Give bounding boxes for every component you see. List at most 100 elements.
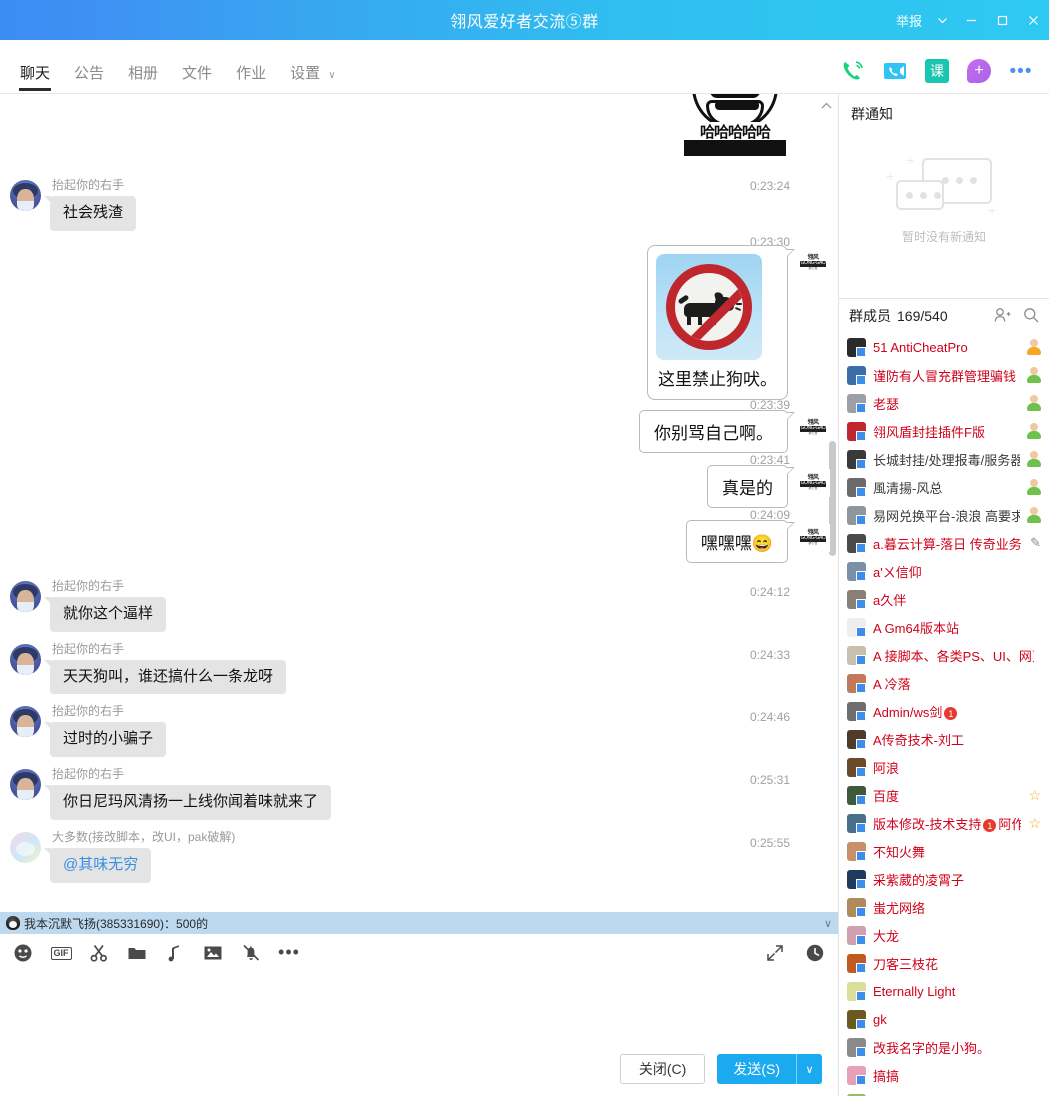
add-icon[interactable]: +: [965, 57, 993, 85]
member-list-item[interactable]: a'ㄨ信仰: [839, 557, 1049, 585]
member-list-item[interactable]: 采紫葳的凌霄子: [839, 865, 1049, 893]
tab-homework[interactable]: 作业: [224, 62, 278, 93]
chat-message-sticker: 哈哈哈哈哈 0:23:24: [0, 94, 838, 193]
member-list-item[interactable]: 老瑟: [839, 389, 1049, 417]
new-message-notification-bar[interactable]: 我本沉默飞扬(385331690)：500的 ∨: [0, 912, 838, 934]
member-list-item[interactable]: 长城封挂/处理报毒/服务器: [839, 445, 1049, 473]
member-list-item[interactable]: 51 AntiCheatPro: [839, 333, 1049, 361]
member-list-item[interactable]: 技术: [839, 1089, 1049, 1096]
sticker-image[interactable]: 哈哈哈哈哈: [684, 94, 786, 156]
avatar[interactable]: [10, 769, 41, 800]
member-list-item[interactable]: 谨防有人冒充群管理骗钱: [839, 361, 1049, 389]
member-list-item[interactable]: a久伴: [839, 585, 1049, 613]
class-icon[interactable]: 课: [923, 57, 951, 85]
avatar: [847, 1037, 866, 1057]
member-list-item[interactable]: 版本修改-技术支持 1 阿作 ☆: [839, 809, 1049, 837]
folder-icon[interactable]: [126, 942, 148, 964]
message-input[interactable]: [0, 972, 838, 1048]
message-bubble[interactable]: 真是的: [707, 464, 795, 508]
tab-files-label: 文件: [182, 65, 213, 82]
more-icon[interactable]: •••: [1007, 57, 1035, 85]
tab-list: 聊天 公告 相册 文件 作业 设置 ∨: [0, 62, 348, 93]
member-list-item[interactable]: A 冷落: [839, 669, 1049, 697]
member-list-item[interactable]: 翎风盾封挂插件F版: [839, 417, 1049, 445]
gif-icon[interactable]: GIF: [50, 942, 72, 964]
avatar[interactable]: [10, 580, 41, 612]
avatar[interactable]: [10, 180, 41, 211]
online-status-icon: [1027, 479, 1041, 495]
mute-bell-icon[interactable]: [240, 942, 262, 964]
close-icon[interactable]: [1018, 0, 1049, 40]
voice-call-icon[interactable]: [839, 57, 867, 85]
member-list-item[interactable]: a.暮云计算-落日 传奇业务 ✎: [839, 529, 1049, 557]
member-list-item[interactable]: 刀客三枝花: [839, 949, 1049, 977]
expand-editor-icon[interactable]: [764, 942, 786, 964]
emoji-icon[interactable]: [12, 942, 34, 964]
message-bubble[interactable]: @其味无穷: [43, 847, 152, 883]
send-button[interactable]: 发送(S): [717, 1054, 796, 1084]
avatar[interactable]: [10, 643, 41, 675]
member-list-item[interactable]: 蚩尤网络: [839, 893, 1049, 921]
avatar[interactable]: 翎风 GONG·GAO 群公告: [796, 248, 830, 277]
image-icon[interactable]: [202, 942, 224, 964]
member-list-item[interactable]: 不知火舞: [839, 837, 1049, 865]
member-list-item[interactable]: A Gm64版本站: [839, 613, 1049, 641]
avatar: [847, 337, 866, 357]
avatar[interactable]: 翎风 GONG·GAO 群公告: [796, 413, 830, 442]
maximize-icon[interactable]: [987, 0, 1018, 40]
member-list-item[interactable]: Eternally Light: [839, 977, 1049, 1005]
avatar[interactable]: [10, 706, 41, 738]
member-badge: 1: [944, 707, 958, 720]
message-bubble[interactable]: 就你这个逼样: [43, 596, 167, 632]
member-list-item[interactable]: 風清揚-风总: [839, 473, 1049, 501]
member-list-item[interactable]: gk: [839, 1005, 1049, 1033]
more-tools-icon[interactable]: •••: [278, 942, 300, 964]
message-bubble[interactable]: 你别骂自己啊。: [639, 409, 795, 453]
member-list-item[interactable]: 易网兑换平台-浪浪 高要求: [839, 501, 1049, 529]
avatar: [847, 645, 866, 665]
avatar: [847, 673, 866, 693]
avatar[interactable]: [10, 831, 41, 863]
chevron-down-icon[interactable]: [928, 0, 956, 40]
chat-message-list[interactable]: 哈哈哈哈哈 0:23:24 抬起你的右手 社会残渣 0:23:30 这里禁止狗吠…: [0, 94, 838, 912]
video-call-icon[interactable]: [881, 57, 909, 85]
shake-message-icon[interactable]: [164, 942, 186, 964]
member-list-item[interactable]: 大龙: [839, 921, 1049, 949]
search-icon[interactable]: [1023, 307, 1039, 326]
minimize-icon[interactable]: [956, 0, 987, 40]
avatar[interactable]: 翎风 GONG·GAO 群公告: [796, 523, 830, 552]
chevron-down-icon[interactable]: ∨: [824, 917, 832, 930]
message-bubble[interactable]: 嘿嘿嘿😄: [685, 519, 796, 563]
member-list-item[interactable]: 阿浪: [839, 753, 1049, 781]
screenshot-scissors-icon[interactable]: [88, 942, 110, 964]
message-bubble[interactable]: 过时的小骗子: [43, 722, 167, 757]
report-button[interactable]: 举报: [892, 11, 928, 30]
member-list-item[interactable]: 百度 ☆: [839, 781, 1049, 809]
tab-files[interactable]: 文件: [170, 62, 224, 93]
group-members-count: 169/540: [897, 308, 948, 324]
tab-settings[interactable]: 设置 ∨: [278, 62, 348, 93]
chat-history-icon[interactable]: [804, 942, 826, 964]
close-button[interactable]: 关闭(C): [619, 1054, 706, 1084]
member-list-item[interactable]: 搞搞: [839, 1061, 1049, 1089]
avatar[interactable]: 翎风 GONG·GAO 群公告: [796, 468, 830, 497]
tab-announcement-label: 公告: [74, 65, 105, 82]
message-bubble[interactable]: 天天狗叫，谁还搞什么一条龙呀: [43, 659, 287, 695]
member-name: Eternally Light: [873, 983, 956, 999]
right-sidebar: 群通知 + + + 暂时没有新通知 群成员 169/540 51 AntiChe…: [838, 93, 1049, 1096]
group-member-list[interactable]: 51 AntiCheatPro 谨防有人冒充群管理骗钱 老瑟 翎风盾封挂插件F版 长城封…: [839, 333, 1049, 1096]
chat-column: 哈哈哈哈哈 0:23:24 抬起你的右手 社会残渣 0:23:30 这里禁止狗吠…: [0, 93, 838, 1096]
image-message-bubble[interactable]: 这里禁止狗吠。: [647, 244, 795, 400]
member-list-item[interactable]: Admin/ws剑 1: [839, 697, 1049, 725]
message-bubble[interactable]: 你日尼玛风清扬一上线你闻着味就来了: [43, 785, 332, 820]
member-list-item[interactable]: A传奇技术-刘工: [839, 725, 1049, 753]
send-options-chevron-icon[interactable]: ∨: [796, 1054, 822, 1084]
add-member-icon[interactable]: [994, 307, 1011, 326]
member-list-item[interactable]: 改我名字的是小狗。: [839, 1033, 1049, 1061]
message-bubble[interactable]: 社会残渣: [43, 196, 137, 231]
member-list-item[interactable]: A 接脚本、各类PS、UI、网页: [839, 641, 1049, 669]
avatar: [847, 365, 866, 385]
tab-announcement[interactable]: 公告: [62, 62, 116, 93]
tab-chat[interactable]: 聊天: [8, 62, 62, 93]
tab-album[interactable]: 相册: [116, 62, 170, 93]
